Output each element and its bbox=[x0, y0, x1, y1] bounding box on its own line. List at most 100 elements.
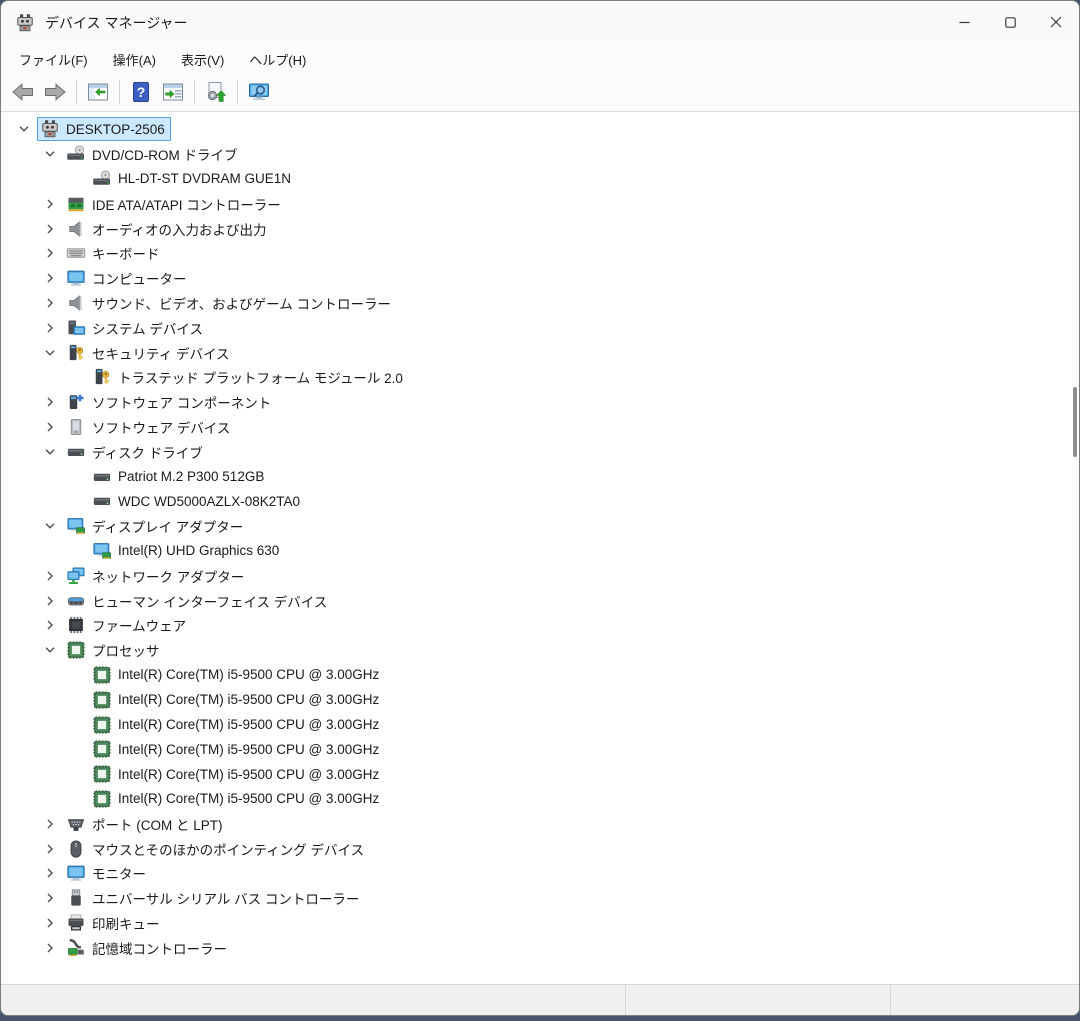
tree-item[interactable]: Intel(R) Core(TM) i5-9500 CPU @ 3.00GHz bbox=[1, 663, 1079, 688]
arrow-left-icon bbox=[11, 80, 35, 104]
tree-item-label: 印刷キュー bbox=[92, 913, 160, 933]
minimize-button[interactable] bbox=[941, 1, 987, 45]
tree-item-node: Intel(R) Core(TM) i5-9500 CPU @ 3.00GHz bbox=[89, 787, 385, 811]
tree-item[interactable]: ソフトウェア デバイス bbox=[1, 415, 1079, 440]
tree-item[interactable]: キーボード bbox=[1, 241, 1079, 266]
tree-item[interactable]: コンピューター bbox=[1, 266, 1079, 291]
tree-item[interactable]: WDC WD5000AZLX-08K2TA0 bbox=[1, 489, 1079, 514]
tree-item[interactable]: ディスク ドライブ bbox=[1, 439, 1079, 464]
chevron-collapsed-icon[interactable] bbox=[37, 613, 63, 638]
tree-item-node: Intel(R) Core(TM) i5-9500 CPU @ 3.00GHz bbox=[89, 688, 385, 712]
tree-item-node: Intel(R) Core(TM) i5-9500 CPU @ 3.00GHz bbox=[89, 762, 385, 786]
expander-spacer bbox=[63, 489, 89, 514]
tree-item[interactable]: ユニバーサル シリアル バス コントローラー bbox=[1, 886, 1079, 911]
tree-item[interactable]: 記憶域コントローラー bbox=[1, 935, 1079, 960]
chevron-expanded-icon[interactable] bbox=[37, 142, 63, 167]
tree-item[interactable]: マウスとそのほかのポインティング デバイス bbox=[1, 836, 1079, 861]
expander-spacer bbox=[63, 464, 89, 489]
tree-item-label: ソフトウェア コンポーネント bbox=[92, 392, 271, 412]
tree-item[interactable]: DVD/CD-ROM ドライブ bbox=[1, 142, 1079, 167]
tree-item[interactable]: Patriot M.2 P300 512GB bbox=[1, 464, 1079, 489]
tree-item-label: オーディオの入力および出力 bbox=[92, 219, 267, 239]
tree-item[interactable]: システム デバイス bbox=[1, 315, 1079, 340]
show-console-tree-button[interactable] bbox=[82, 77, 114, 107]
chevron-expanded-icon[interactable] bbox=[37, 514, 63, 539]
chevron-expanded-icon[interactable] bbox=[37, 638, 63, 663]
update-driver-button[interactable] bbox=[200, 77, 232, 107]
chevron-expanded-icon[interactable] bbox=[11, 117, 37, 142]
menu-help[interactable]: ヘルプ(H) bbox=[238, 47, 317, 72]
chevron-collapsed-icon[interactable] bbox=[37, 291, 63, 316]
chevron-collapsed-icon[interactable] bbox=[37, 836, 63, 861]
chevron-collapsed-icon[interactable] bbox=[37, 191, 63, 216]
tree-item-label: Intel(R) Core(TM) i5-9500 CPU @ 3.00GHz bbox=[118, 692, 379, 707]
tree-item-node: ヒューマン インターフェイス デバイス bbox=[63, 589, 333, 613]
expander-spacer bbox=[63, 663, 89, 688]
tree-item[interactable]: オーディオの入力および出力 bbox=[1, 216, 1079, 241]
tree-item[interactable]: ファームウェア bbox=[1, 613, 1079, 638]
tree-item[interactable]: ソフトウェア コンポーネント bbox=[1, 390, 1079, 415]
tree-item[interactable]: Intel(R) Core(TM) i5-9500 CPU @ 3.00GHz bbox=[1, 762, 1079, 787]
chevron-collapsed-icon[interactable] bbox=[37, 241, 63, 266]
chevron-collapsed-icon[interactable] bbox=[37, 315, 63, 340]
tree-item-label: Intel(R) Core(TM) i5-9500 CPU @ 3.00GHz bbox=[118, 791, 379, 806]
expander-spacer bbox=[63, 539, 89, 564]
usb-controller-icon bbox=[66, 888, 86, 908]
tree-item[interactable]: プロセッサ bbox=[1, 638, 1079, 663]
monitor-icon bbox=[66, 863, 86, 883]
chevron-expanded-icon[interactable] bbox=[37, 439, 63, 464]
title-bar[interactable]: デバイス マネージャー bbox=[1, 1, 1079, 45]
tree-item[interactable]: サウンド、ビデオ、およびゲーム コントローラー bbox=[1, 291, 1079, 316]
tree-item[interactable]: 印刷キュー bbox=[1, 911, 1079, 936]
hid-device-icon bbox=[66, 591, 86, 611]
vertical-scrollbar-thumb[interactable] bbox=[1073, 387, 1077, 457]
chevron-collapsed-icon[interactable] bbox=[37, 588, 63, 613]
properties-icon bbox=[161, 80, 185, 104]
status-segment bbox=[891, 985, 1079, 1015]
menu-view[interactable]: 表示(V) bbox=[170, 47, 235, 72]
keyboard-icon bbox=[66, 243, 86, 263]
help-button[interactable]: ? bbox=[125, 77, 157, 107]
tree-item[interactable]: Intel(R) Core(TM) i5-9500 CPU @ 3.00GHz bbox=[1, 737, 1079, 762]
chevron-collapsed-icon[interactable] bbox=[37, 935, 63, 960]
maximize-button[interactable] bbox=[987, 1, 1033, 45]
tree-item[interactable]: モニター bbox=[1, 861, 1079, 886]
tree-item[interactable]: セキュリティ デバイス bbox=[1, 340, 1079, 365]
tree-item-node: セキュリティ デバイス bbox=[63, 341, 236, 365]
forward-button[interactable] bbox=[39, 77, 71, 107]
processor-icon bbox=[92, 665, 112, 685]
chevron-collapsed-icon[interactable] bbox=[37, 861, 63, 886]
tree-item[interactable]: トラステッド プラットフォーム モジュール 2.0 bbox=[1, 365, 1079, 390]
chevron-expanded-icon[interactable] bbox=[37, 340, 63, 365]
chevron-collapsed-icon[interactable] bbox=[37, 216, 63, 241]
tree-item[interactable]: ディスプレイ アダプター bbox=[1, 514, 1079, 539]
tree-item[interactable]: ヒューマン インターフェイス デバイス bbox=[1, 588, 1079, 613]
tree-item[interactable]: ポート (COM と LPT) bbox=[1, 811, 1079, 836]
chevron-collapsed-icon[interactable] bbox=[37, 415, 63, 440]
chevron-collapsed-icon[interactable] bbox=[37, 266, 63, 291]
tree-item[interactable]: Intel(R) Core(TM) i5-9500 CPU @ 3.00GHz bbox=[1, 712, 1079, 737]
processor-icon bbox=[92, 789, 112, 809]
tree-item[interactable]: Intel(R) Core(TM) i5-9500 CPU @ 3.00GHz bbox=[1, 687, 1079, 712]
chevron-collapsed-icon[interactable] bbox=[37, 390, 63, 415]
status-segment bbox=[626, 985, 891, 1015]
chevron-collapsed-icon[interactable] bbox=[37, 811, 63, 836]
tree-item-node: ポート (COM と LPT) bbox=[63, 812, 229, 836]
menu-action[interactable]: 操作(A) bbox=[102, 47, 167, 72]
console-tree-icon bbox=[86, 80, 110, 104]
chevron-collapsed-icon[interactable] bbox=[37, 911, 63, 936]
properties-button[interactable] bbox=[157, 77, 189, 107]
chevron-collapsed-icon[interactable] bbox=[37, 563, 63, 588]
scan-hardware-changes-button[interactable] bbox=[243, 77, 275, 107]
tree-item[interactable]: Intel(R) Core(TM) i5-9500 CPU @ 3.00GHz bbox=[1, 787, 1079, 812]
tree-item[interactable]: IDE ATA/ATAPI コントローラー bbox=[1, 191, 1079, 216]
tree-item[interactable]: Intel(R) UHD Graphics 630 bbox=[1, 539, 1079, 564]
tree-item[interactable]: ネットワーク アダプター bbox=[1, 563, 1079, 588]
security-device-icon bbox=[66, 343, 86, 363]
tree-item[interactable]: HL-DT-ST DVDRAM GUE1N bbox=[1, 167, 1079, 192]
chevron-collapsed-icon[interactable] bbox=[37, 886, 63, 911]
tree-item[interactable]: DESKTOP-2506 bbox=[1, 117, 1079, 142]
back-button[interactable] bbox=[7, 77, 39, 107]
close-button[interactable] bbox=[1033, 1, 1079, 45]
menu-file[interactable]: ファイル(F) bbox=[8, 47, 99, 72]
